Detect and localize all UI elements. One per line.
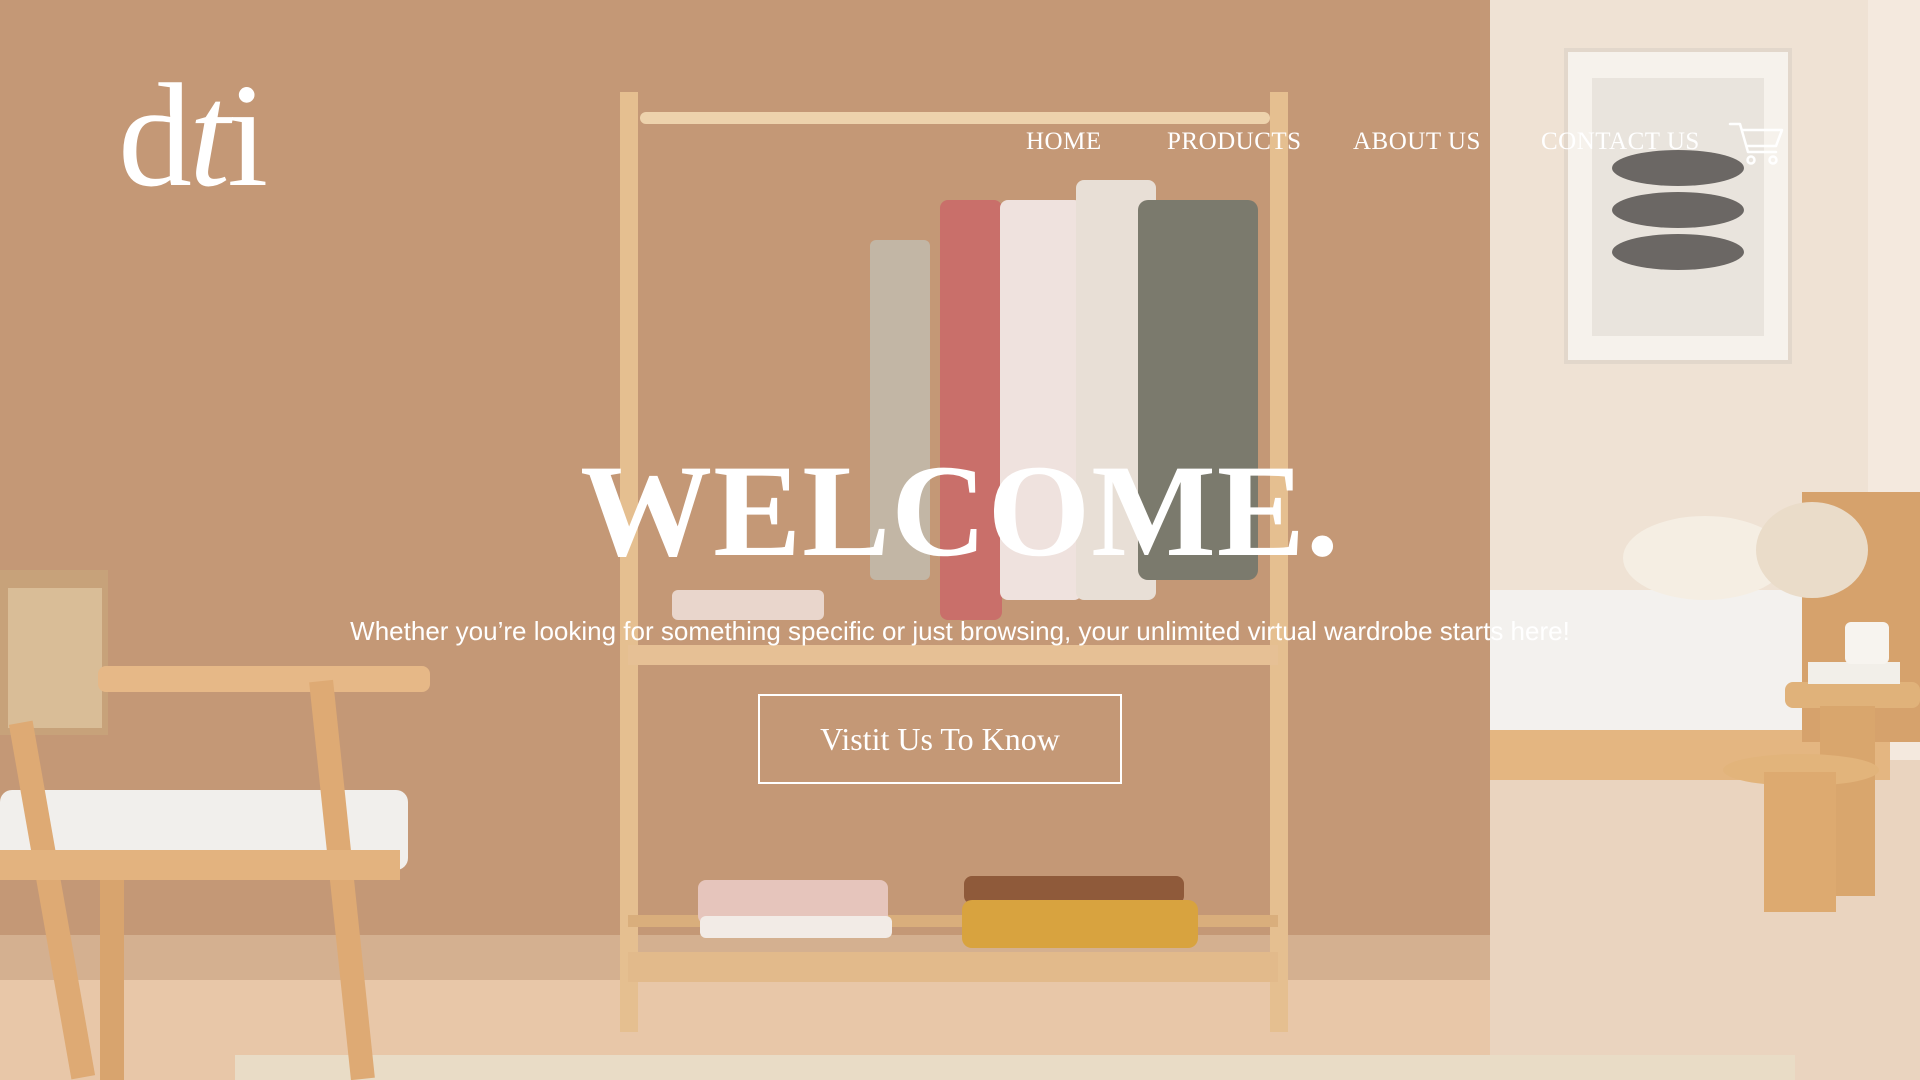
nav-about-us[interactable]: ABOUT US <box>1353 128 1481 156</box>
nav-products[interactable]: PRODUCTS <box>1167 128 1302 156</box>
logo-letter-t: t <box>189 54 230 218</box>
nav-home[interactable]: HOME <box>1026 128 1102 156</box>
hero-title: WELCOME. <box>580 437 1340 584</box>
visit-us-button[interactable]: Vistit Us To Know <box>758 694 1122 784</box>
nav-contact-us[interactable]: CONTACT US <box>1541 128 1700 156</box>
logo-letter-d: d <box>118 54 192 218</box>
brand-logo[interactable]: dti <box>118 62 268 210</box>
shopping-cart-icon[interactable] <box>1728 118 1786 166</box>
hero-subtitle: Whether you’re looking for something spe… <box>350 616 1570 646</box>
logo-letter-i: i <box>227 54 268 218</box>
hero-section: dti HOME PRODUCTS ABOUT US CONTACT US WE… <box>0 0 1920 1080</box>
